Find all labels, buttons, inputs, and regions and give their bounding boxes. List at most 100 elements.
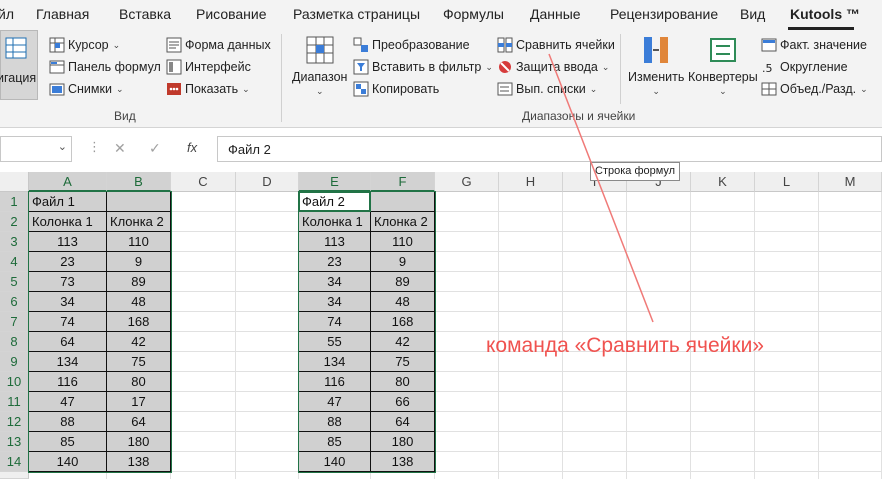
row-header-7[interactable]: 7 [0,312,29,332]
value-cell[interactable]: 110 [371,232,435,252]
tab-data[interactable]: Данные [530,6,581,22]
formula-input[interactable]: Файл 2 [217,136,882,162]
column-header-m[interactable]: M [819,172,882,192]
value-cell[interactable]: 140 [299,452,371,472]
value-cell[interactable]: 64 [107,412,171,432]
insert-function-button[interactable]: fx [187,140,197,155]
row-header-partial[interactable] [0,472,29,479]
value-cell[interactable]: 48 [371,292,435,312]
value-cell[interactable]: 47 [299,392,371,412]
row-header-5[interactable]: 5 [0,272,29,292]
value-cell[interactable]: 116 [299,372,371,392]
row-header-10[interactable]: 10 [0,372,29,392]
row-header-2[interactable]: 2 [0,212,29,232]
value-cell[interactable]: 80 [107,372,171,392]
column-header-c[interactable]: C [171,172,236,192]
range-button[interactable]: Диапазон ⌄ [292,34,347,97]
value-cell[interactable]: 74 [29,312,107,332]
column-header-e[interactable]: E [299,172,371,192]
tab-page-layout[interactable]: Разметка страницы [293,6,420,22]
row-header-12[interactable]: 12 [0,412,29,432]
row-header-14[interactable]: 14 [0,452,29,472]
compare-cells-button[interactable]: Сравнить ячейки [497,36,615,54]
row-header-4[interactable]: 4 [0,252,29,272]
value-cell[interactable]: 88 [299,412,371,432]
select-all-corner[interactable] [0,172,29,192]
column-header-h[interactable]: H [499,172,563,192]
value-cell[interactable]: 88 [29,412,107,432]
value-cell[interactable]: 168 [371,312,435,332]
tab-view[interactable]: Вид [740,6,765,22]
value-cell[interactable]: 64 [29,332,107,352]
value-cell[interactable]: 47 [29,392,107,412]
row-header-11[interactable]: 11 [0,392,29,412]
row-header-1[interactable]: 1 [0,192,29,212]
value-cell[interactable]: 116 [29,372,107,392]
show-button[interactable]: Показать ⌄ [166,80,250,98]
enter-icon[interactable]: ✓ [149,140,161,157]
row-header-13[interactable]: 13 [0,432,29,452]
column-header-l[interactable]: L [755,172,819,192]
rounding-button[interactable]: .5 Округление [761,58,848,76]
value-cell[interactable]: 34 [299,292,371,312]
actual-value-button[interactable]: Факт. значение [761,36,867,54]
value-cell[interactable]: 23 [29,252,107,272]
transform-button[interactable]: Преобразование [353,36,470,54]
value-cell[interactable]: 134 [299,352,371,372]
column-header-cell[interactable]: Клонка 2 [107,212,171,232]
name-box[interactable]: ⌄ [0,136,72,162]
converters-button[interactable]: Конвертеры ⌄ [688,34,758,97]
row-header-3[interactable]: 3 [0,232,29,252]
value-cell[interactable]: 42 [371,332,435,352]
name-box-dropdown-icon[interactable]: ⌄ [58,140,67,153]
column-header-b[interactable]: B [107,172,171,192]
copy-button[interactable]: Копировать [353,80,439,98]
column-header-g[interactable]: G [435,172,499,192]
column-header-f[interactable]: F [371,172,435,192]
value-cell[interactable]: 23 [299,252,371,272]
column-header-cell[interactable]: Колонка 1 [29,212,107,232]
value-cell[interactable]: 75 [371,352,435,372]
dropdown-lists-button[interactable]: Вып. списки ⌄ [497,80,597,98]
value-cell[interactable]: 17 [107,392,171,412]
value-cell[interactable]: 85 [299,432,371,452]
value-cell[interactable]: 89 [371,272,435,292]
tab-insert[interactable]: Вставка [119,6,171,22]
value-cell[interactable]: 74 [299,312,371,332]
value-cell[interactable]: 48 [107,292,171,312]
formula-bar-grip-icon[interactable]: ⋮ [88,139,101,155]
value-cell[interactable]: 85 [29,432,107,452]
value-cell[interactable]: 9 [107,252,171,272]
column-header-k[interactable]: K [691,172,755,192]
tab-file[interactable]: йл [0,6,14,22]
value-cell[interactable]: 113 [299,232,371,252]
row-header-6[interactable]: 6 [0,292,29,312]
table-title-cell[interactable]: Файл 1 [29,192,107,212]
value-cell[interactable]: 89 [107,272,171,292]
value-cell[interactable]: 180 [371,432,435,452]
tab-kutools[interactable]: Kutools ™ [790,6,860,22]
merge-split-button[interactable]: Объед./Разд. ⌄ [761,80,868,98]
value-cell[interactable]: 64 [371,412,435,432]
input-protection-button[interactable]: Защита ввода ⌄ [497,58,609,76]
tab-review[interactable]: Рецензирование [610,6,718,22]
value-cell[interactable]: 9 [371,252,435,272]
tab-formulas[interactable]: Формулы [443,6,504,22]
value-cell[interactable]: 55 [299,332,371,352]
value-cell[interactable]: 42 [107,332,171,352]
paste-to-filter-button[interactable]: Вставить в фильтр ⌄ [353,58,493,76]
value-cell[interactable]: 168 [107,312,171,332]
cancel-icon[interactable]: ✕ [114,140,126,157]
snapshots-button[interactable]: Снимки ⌄ [49,80,124,98]
empty-cell[interactable] [371,192,435,212]
interface-button[interactable]: Интерфейс [166,58,251,76]
formula-panel-button[interactable]: Панель формул [49,58,161,76]
column-header-a[interactable]: A [29,172,107,192]
column-header-cell[interactable]: Колонка 1 [299,212,371,232]
value-cell[interactable]: 75 [107,352,171,372]
worksheet-grid[interactable]: A B C D E F G H I J K L M 1 2 3 4 5 6 7 8 9 10 11 12 13 14 Файл 1 Ко… [0,172,882,479]
table-title-cell[interactable]: Файл 2 [299,192,371,212]
tab-draw[interactable]: Рисование [196,6,267,22]
value-cell[interactable]: 138 [371,452,435,472]
value-cell[interactable]: 138 [107,452,171,472]
